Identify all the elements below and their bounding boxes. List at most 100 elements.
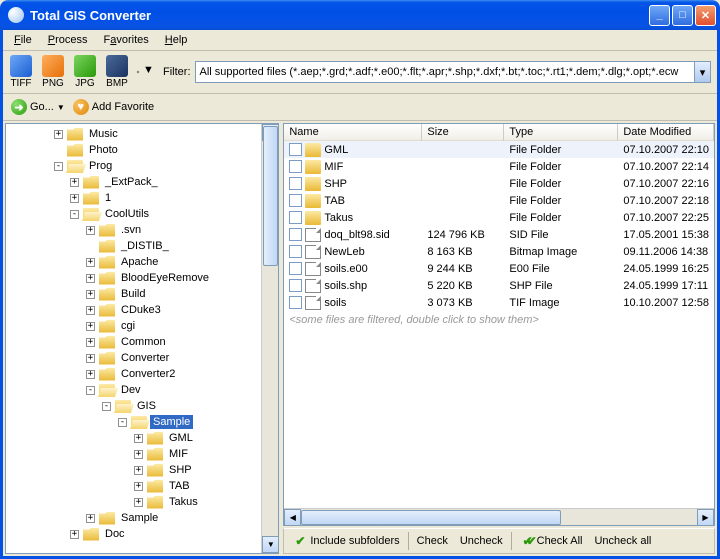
expand-icon[interactable]: + xyxy=(86,514,95,523)
tree-node[interactable]: +Takus xyxy=(6,494,261,510)
tree-node[interactable]: +Doc xyxy=(6,526,261,542)
tree-node[interactable]: Photo xyxy=(6,142,261,158)
chevron-down-icon[interactable]: ▾ xyxy=(694,62,710,82)
uncheck-button[interactable]: Uncheck xyxy=(455,533,508,549)
expand-icon[interactable]: + xyxy=(134,434,143,443)
tree-scrollbar[interactable]: ▲ ▼ xyxy=(261,124,278,553)
menu-favorites[interactable]: Favorites xyxy=(97,32,156,48)
list-item[interactable]: TakusFile Folder07.10.2007 22:25 xyxy=(284,209,714,226)
list-item[interactable]: GMLFile Folder07.10.2007 22:10 xyxy=(284,141,714,158)
expand-icon[interactable]: + xyxy=(86,226,95,235)
format-bmp-button[interactable]: BMP xyxy=(101,53,133,91)
tree-node[interactable]: -Prog xyxy=(6,158,261,174)
tree-node[interactable]: -Dev xyxy=(6,382,261,398)
scroll-right-icon[interactable]: ▶ xyxy=(697,509,714,526)
titlebar[interactable]: Total GIS Converter _ □ ✕ xyxy=(0,0,720,30)
format-tiff-button[interactable]: TIFF xyxy=(5,53,37,91)
collapse-icon[interactable]: - xyxy=(70,210,79,219)
collapse-icon[interactable]: - xyxy=(102,402,111,411)
row-checkbox[interactable] xyxy=(289,177,302,190)
collapse-icon[interactable]: - xyxy=(54,162,63,171)
tree-node[interactable]: +Apache xyxy=(6,254,261,270)
expand-icon[interactable]: + xyxy=(70,194,79,203)
file-list-body[interactable]: GMLFile Folder07.10.2007 22:10MIFFile Fo… xyxy=(284,141,714,508)
row-checkbox[interactable] xyxy=(289,211,302,224)
tree-node[interactable]: +CDuke3 xyxy=(6,302,261,318)
format-jpg-button[interactable]: JPG xyxy=(69,53,101,91)
expand-icon[interactable]: + xyxy=(54,130,63,139)
tree-node[interactable]: +Converter xyxy=(6,350,261,366)
tree-node[interactable]: +_ExtPack_ xyxy=(6,174,261,190)
format-png-button[interactable]: PNG xyxy=(37,53,69,91)
expand-icon[interactable]: + xyxy=(86,290,95,299)
tree-node[interactable]: +1 xyxy=(6,190,261,206)
expand-icon[interactable]: + xyxy=(86,306,95,315)
list-hscrollbar[interactable]: ◀ ▶ xyxy=(284,508,714,525)
row-checkbox[interactable] xyxy=(289,228,302,241)
tree-node[interactable]: +TAB xyxy=(6,478,261,494)
tree-node[interactable]: +SHP xyxy=(6,462,261,478)
row-checkbox[interactable] xyxy=(289,245,302,258)
row-checkbox[interactable] xyxy=(289,194,302,207)
column-name[interactable]: Name xyxy=(284,124,422,141)
tree-node[interactable]: +GML xyxy=(6,430,261,446)
list-item[interactable]: NewLeb8 163 KBBitmap Image09.11.2006 14:… xyxy=(284,243,714,260)
tree-node[interactable]: +MIF xyxy=(6,446,261,462)
add-favorite-button[interactable]: ♥ Add Favorite xyxy=(71,97,156,117)
tree-node[interactable]: _DISTIB_ xyxy=(6,238,261,254)
menu-file[interactable]: File xyxy=(7,32,39,48)
filter-combobox[interactable]: All supported files (*.aep;*.grd;*.adf;*… xyxy=(195,61,712,83)
list-item[interactable]: doq_blt98.sid124 796 KBSID File17.05.200… xyxy=(284,226,714,243)
expand-icon[interactable]: + xyxy=(86,354,95,363)
list-item[interactable]: soils.e009 244 KBE00 File24.05.1999 16:2… xyxy=(284,260,714,277)
column-type[interactable]: Type xyxy=(504,124,618,141)
collapse-icon[interactable]: - xyxy=(86,386,95,395)
tree-node[interactable]: -Sample xyxy=(6,414,261,430)
row-checkbox[interactable] xyxy=(289,160,302,173)
expand-icon[interactable]: + xyxy=(134,466,143,475)
scroll-down-icon[interactable]: ▼ xyxy=(262,536,279,553)
menu-help[interactable]: Help xyxy=(158,32,195,48)
list-item[interactable]: TABFile Folder07.10.2007 22:18 xyxy=(284,192,714,209)
scroll-thumb[interactable] xyxy=(263,126,278,266)
expand-icon[interactable]: + xyxy=(70,178,79,187)
scroll-left-icon[interactable]: ◀ xyxy=(284,509,301,526)
tree-node[interactable]: -GIS xyxy=(6,398,261,414)
column-date[interactable]: Date Modified xyxy=(618,124,714,141)
tree-node[interactable]: +Music xyxy=(6,126,261,142)
close-button[interactable]: ✕ xyxy=(695,5,716,26)
minimize-button[interactable]: _ xyxy=(649,5,670,26)
column-size[interactable]: Size xyxy=(422,124,504,141)
check-all-button[interactable]: ✔✔ Check All xyxy=(515,532,588,550)
list-item[interactable]: MIFFile Folder07.10.2007 22:14 xyxy=(284,158,714,175)
folder-tree[interactable]: +MusicPhoto-Prog+_ExtPack_+1-CoolUtils+.… xyxy=(6,124,261,553)
expand-icon[interactable]: + xyxy=(70,530,79,539)
expand-icon[interactable]: + xyxy=(134,482,143,491)
list-item[interactable]: SHPFile Folder07.10.2007 22:16 xyxy=(284,175,714,192)
tree-node[interactable]: +cgi xyxy=(6,318,261,334)
filter-hint[interactable]: <some files are filtered, double click t… xyxy=(284,311,714,329)
row-checkbox[interactable] xyxy=(289,262,302,275)
row-checkbox[interactable] xyxy=(289,143,302,156)
go-button[interactable]: ➜ Go... ▼ xyxy=(9,97,67,117)
row-checkbox[interactable] xyxy=(289,296,302,309)
expand-icon[interactable]: + xyxy=(86,370,95,379)
tree-node[interactable]: +Sample xyxy=(6,510,261,526)
check-button[interactable]: Check xyxy=(412,533,453,549)
maximize-button[interactable]: □ xyxy=(672,5,693,26)
tree-node[interactable]: +.svn xyxy=(6,222,261,238)
tree-node[interactable]: -CoolUtils xyxy=(6,206,261,222)
expand-icon[interactable]: + xyxy=(134,498,143,507)
expand-icon[interactable]: + xyxy=(86,258,95,267)
expand-icon[interactable]: + xyxy=(86,274,95,283)
menu-process[interactable]: Process xyxy=(41,32,95,48)
expand-icon[interactable]: + xyxy=(86,322,95,331)
list-item[interactable]: soils3 073 KBTIF Image10.10.2007 12:58 xyxy=(284,294,714,311)
expand-icon[interactable]: + xyxy=(134,450,143,459)
scroll-thumb[interactable] xyxy=(301,510,561,525)
tree-node[interactable]: +Converter2 xyxy=(6,366,261,382)
tree-node[interactable]: +BloodEyeRemove xyxy=(6,270,261,286)
expand-icon[interactable]: + xyxy=(86,338,95,347)
tree-node[interactable]: +Build xyxy=(6,286,261,302)
tree-node[interactable]: +Common xyxy=(6,334,261,350)
